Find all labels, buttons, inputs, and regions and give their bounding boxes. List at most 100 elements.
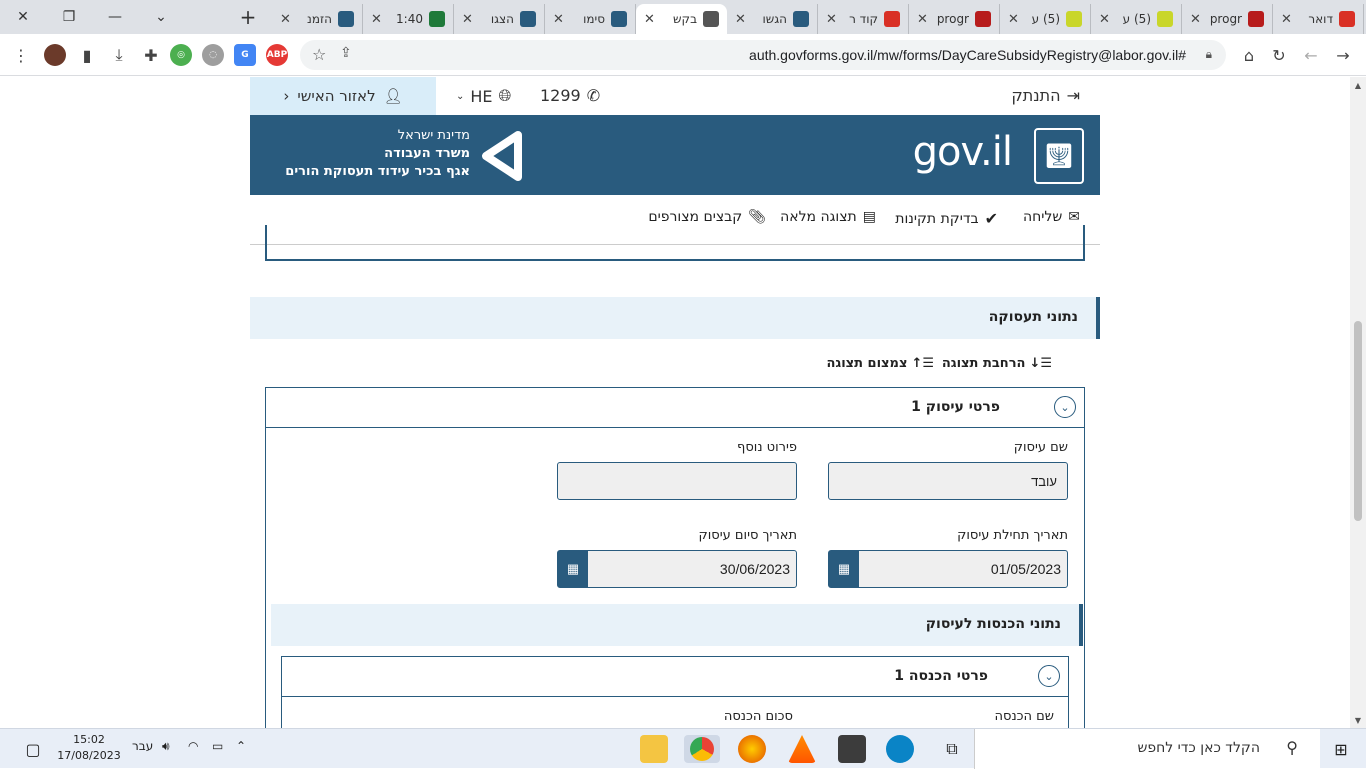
windows-start-icon[interactable]: ⊞: [1326, 735, 1356, 763]
forward-icon[interactable]: ←: [1298, 42, 1324, 68]
tab-close-icon[interactable]: ✕: [917, 12, 928, 27]
tab-title: דואר: [1308, 12, 1333, 26]
profile-avatar[interactable]: [44, 44, 66, 66]
start-date-field[interactable]: 01/05/2023 ▦: [828, 550, 1068, 588]
income-panel-title: פרטי הכנסה 1: [894, 668, 988, 684]
browser-tab[interactable]: סימו ✕: [545, 4, 636, 34]
browser-tab[interactable]: דואר ✕: [1273, 4, 1364, 34]
tab-favicon-icon: [520, 11, 536, 27]
menu-icon[interactable]: ⋮: [8, 42, 34, 68]
collapse-view-button[interactable]: ☰↑ צמצום תצוגה: [826, 351, 934, 375]
envelope-icon: ✉: [1068, 209, 1080, 225]
firefox-icon[interactable]: [738, 735, 766, 763]
reload-icon[interactable]: ↻: [1266, 42, 1292, 68]
notifications-icon[interactable]: ▢: [20, 735, 46, 763]
scroll-up-arrow[interactable]: ▲: [1350, 77, 1366, 93]
phone-number: 1299: [540, 86, 581, 105]
browser-tab[interactable]: הזמנ ✕: [272, 4, 363, 34]
attachments-button[interactable]: 📎︎ קבצים מצורפים: [648, 209, 766, 225]
address-bar[interactable]: ☆ ⇪ auth.govforms.gov.il/mw/forms/DayCar…: [300, 40, 1226, 70]
gov-il-logo[interactable]: gov.il: [913, 129, 1013, 175]
taskbar-search[interactable]: ⚲ הקלד כאן כדי לחפש: [974, 729, 1320, 769]
tab-favicon-icon: [1339, 11, 1355, 27]
send-button[interactable]: ✉ שליחה: [1023, 209, 1080, 225]
extra-detail-field[interactable]: [557, 462, 797, 500]
file-explorer-icon[interactable]: [640, 735, 668, 763]
calendar-icon[interactable]: ▦: [829, 551, 859, 587]
tray-chevron-icon[interactable]: ⌃: [236, 739, 246, 753]
tab-close-icon[interactable]: ✕: [1099, 12, 1110, 27]
tab-close-icon[interactable]: ✕: [1281, 12, 1292, 27]
browser-tab[interactable]: קוד ר ✕: [818, 4, 909, 34]
adblock-icon[interactable]: ABP: [266, 44, 288, 66]
browser-tab[interactable]: (5) ע ✕: [1091, 4, 1182, 34]
calendar-icon[interactable]: ▦: [558, 551, 588, 587]
tab-close-icon[interactable]: ✕: [826, 12, 837, 27]
tab-close-icon[interactable]: ✕: [280, 12, 291, 27]
browser-tab[interactable]: progr ✕: [1182, 4, 1273, 34]
calculator-icon[interactable]: [838, 735, 866, 763]
income-panel-header[interactable]: ⌄ פרטי הכנסה 1: [282, 657, 1068, 697]
tab-close-icon[interactable]: ✕: [553, 12, 564, 27]
input-language[interactable]: עבר: [132, 739, 153, 753]
download-icon[interactable]: ⤓: [106, 42, 132, 68]
share-icon[interactable]: ⇪: [340, 45, 352, 61]
bookmark-star-icon[interactable]: ☆: [312, 45, 326, 64]
browser-tab[interactable]: progr ✕: [909, 4, 1000, 34]
edge-icon[interactable]: [886, 735, 914, 763]
tab-close-icon[interactable]: ✕: [1008, 12, 1019, 27]
tab-close-icon[interactable]: ✕: [735, 12, 746, 27]
page-scrollbar[interactable]: ▲ ▼: [1350, 77, 1366, 728]
chevron-down-icon[interactable]: ⌄: [1054, 396, 1076, 418]
end-date-value: 30/06/2023: [719, 561, 790, 577]
site-banner: 🕎︎ gov.il מדינת ישראל משרד העבודה אגף בכ…: [250, 115, 1100, 195]
logout-link[interactable]: ⇥ התנתק: [1011, 86, 1080, 105]
personal-area-label: לאזור האישי: [297, 87, 376, 105]
scroll-down-arrow[interactable]: ▼: [1350, 712, 1366, 728]
window-restore-button[interactable]: ❐: [46, 0, 92, 34]
wifi-icon[interactable]: ◠: [188, 739, 198, 753]
tab-close-icon[interactable]: ✕: [371, 12, 382, 27]
phone-link[interactable]: ✆ 1299: [540, 86, 600, 105]
translate-icon[interactable]: G: [234, 44, 256, 66]
personal-area-button[interactable]: 👤︎ לאזור האישי ‹: [250, 77, 436, 115]
browser-tab[interactable]: (5) ע ✕: [1000, 4, 1091, 34]
back-icon[interactable]: →: [1330, 42, 1356, 68]
language-selector[interactable]: 🌐︎ HE ⌄: [456, 86, 511, 106]
chevron-down-icon[interactable]: ⌄: [1038, 665, 1060, 687]
volume-icon[interactable]: 🔊︎: [162, 739, 170, 754]
tab-favicon-icon: [429, 11, 445, 27]
chat-extension-icon[interactable]: ◌: [202, 44, 224, 66]
full-view-button[interactable]: ▤ תצוגה מלאה: [780, 209, 876, 225]
new-tab-button[interactable]: +: [236, 4, 260, 30]
paperclip-icon: 📎︎: [748, 209, 766, 225]
chrome-icon: [690, 737, 714, 761]
tab-close-icon[interactable]: ✕: [1190, 12, 1201, 27]
lock-icon[interactable]: 🔒︎: [1206, 47, 1212, 62]
browser-tab[interactable]: הצגו ✕: [454, 4, 545, 34]
taskbar-clock[interactable]: 15:02 17/08/2023: [54, 732, 124, 764]
task-view-icon[interactable]: ⧉: [938, 735, 966, 763]
browser-tabstrip: ✕ ❐ — ⌄ + דואר ✕ progr ✕ (5) ע ✕ (5) ע ✕ progr ✕ ק…: [0, 0, 1366, 34]
scroll-thumb[interactable]: [1354, 321, 1362, 521]
browser-tab[interactable]: הגשו ✕: [727, 4, 818, 34]
tab-close-icon[interactable]: ✕: [644, 12, 655, 27]
end-date-field[interactable]: 30/06/2023 ▦: [557, 550, 797, 588]
window-minimize-button[interactable]: —: [92, 0, 138, 34]
side-panel-icon[interactable]: ▮: [74, 42, 100, 68]
expand-view-button[interactable]: ☰↓ הרחבת תצוגה: [942, 351, 1052, 375]
vlc-icon[interactable]: [788, 735, 816, 763]
business-name-field[interactable]: עובד: [828, 462, 1068, 500]
browser-tab[interactable]: 1:40 ✕: [363, 4, 454, 34]
extensions-icon[interactable]: ✚: [138, 42, 164, 68]
battery-icon[interactable]: ▭: [212, 739, 223, 753]
employment-panel-header[interactable]: ⌄ פרטי עיסוק 1: [266, 388, 1084, 428]
browser-tab[interactable]: בקש ✕: [636, 4, 727, 34]
extension-icon[interactable]: ◎: [170, 44, 192, 66]
tab-close-icon[interactable]: ✕: [462, 12, 473, 27]
chrome-taskbar-button[interactable]: [684, 735, 720, 763]
tab-search-dropdown[interactable]: ⌄: [138, 0, 184, 34]
home-icon[interactable]: ⌂: [1236, 42, 1262, 68]
window-close-button[interactable]: ✕: [0, 0, 46, 34]
send-label: שליחה: [1022, 209, 1063, 225]
